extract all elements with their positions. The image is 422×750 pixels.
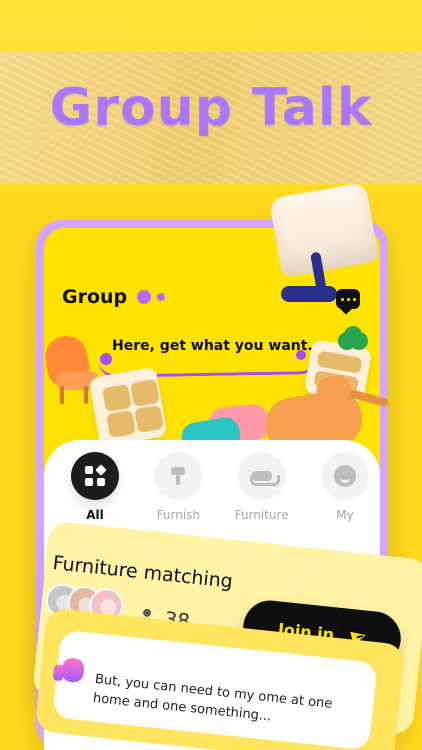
sofa-glyph xyxy=(249,467,280,486)
brush-glyph xyxy=(167,465,189,487)
grid-icon xyxy=(71,452,119,500)
tagline: Here, get what you want. xyxy=(112,338,313,354)
grid-square xyxy=(85,466,93,474)
cabinet-drawer xyxy=(102,383,132,413)
lamp-base xyxy=(281,286,337,302)
grid-square xyxy=(97,478,105,486)
tab-all[interactable]: All xyxy=(60,452,130,522)
brush-icon xyxy=(154,452,203,500)
hero-title: Group Talk xyxy=(49,78,373,138)
tab-label: Furniture xyxy=(234,508,289,522)
tab-label: All xyxy=(86,508,104,522)
tab-my[interactable]: My xyxy=(310,452,380,522)
smile-glyph xyxy=(333,465,356,487)
category-tabs: All Furnish Furniture My xyxy=(60,452,380,532)
tab-label: My xyxy=(336,508,354,522)
tab-furnish[interactable]: Furnish xyxy=(143,452,213,522)
tab-label: Furnish xyxy=(156,508,201,522)
chat-dot xyxy=(340,297,344,301)
sofa-icon xyxy=(237,452,286,500)
chair-leg xyxy=(60,386,64,404)
chat-dot xyxy=(346,297,350,301)
grid-diamond xyxy=(95,464,107,476)
dot-small xyxy=(157,293,166,301)
tagline-dot-left xyxy=(100,353,112,365)
plant-illustration xyxy=(344,326,362,344)
grid-glyph xyxy=(85,464,107,486)
user-icon xyxy=(320,452,369,500)
app-header: Group xyxy=(62,286,166,308)
dot-large xyxy=(137,290,152,304)
thumbs-up-icon xyxy=(50,648,92,690)
app-header-title: Group xyxy=(62,286,128,308)
chat-icon[interactable] xyxy=(336,289,360,309)
tab-furniture[interactable]: Furniture xyxy=(227,452,297,522)
header-dots xyxy=(137,290,166,304)
lamp-illustration xyxy=(268,182,380,278)
tagline-dot-right xyxy=(296,350,306,360)
chair-leg xyxy=(84,386,88,404)
cabinet-drawer xyxy=(130,378,160,408)
chat-dot xyxy=(352,297,356,301)
grid-square xyxy=(85,478,93,486)
